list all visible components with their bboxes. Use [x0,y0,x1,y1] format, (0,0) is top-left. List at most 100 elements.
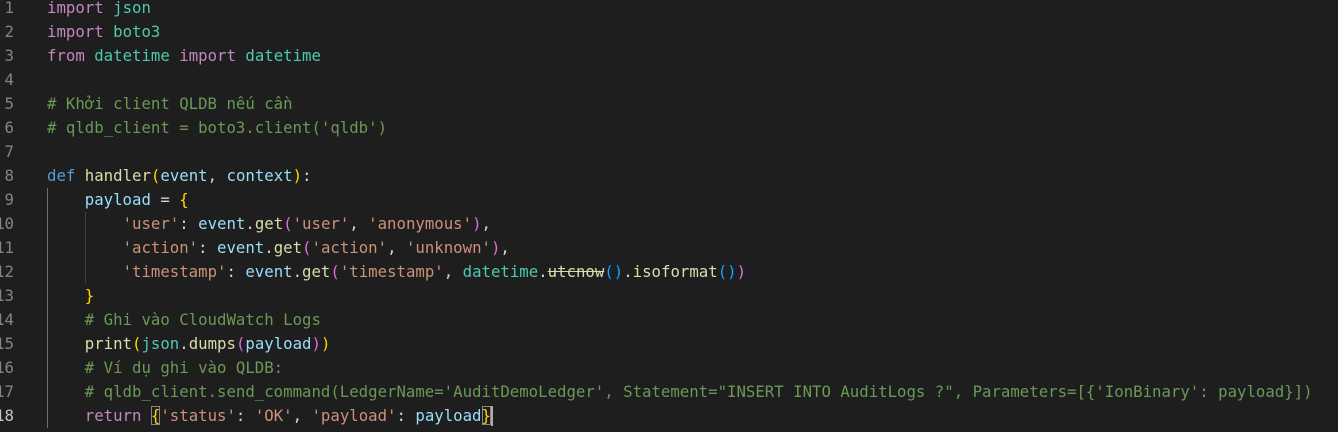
code-token: : [396,406,416,425]
text-cursor [491,406,493,426]
code-token: ( [330,262,340,281]
code-line[interactable]: 5 # Khởi client QLDB nếu cần [0,92,1338,116]
code-token: event [245,262,293,281]
line-number: 15 [0,334,14,353]
code-token: boto3 [113,22,161,41]
line-number: 7 [4,142,14,161]
code-token: ) [736,262,747,281]
code-line[interactable]: 8 def handler(event, context): [0,164,1338,188]
code-line[interactable]: 11 'action': event.get('action', 'unknow… [0,236,1338,260]
line-number: 18 [0,406,14,425]
code-token: payload [84,190,151,209]
code-line[interactable]: 10 'user': event.get('user', 'anonymous'… [0,212,1338,236]
line-number: 12 [0,262,14,281]
code-text: 'action': event.get('action', 'unknown')… [47,236,510,260]
code-token: ( [150,166,161,185]
code-token: { [179,190,189,209]
code-token: # Ví dụ ghi vào QLDB: [84,358,284,377]
code-token: () [604,262,624,281]
code-line[interactable]: 16 # Ví dụ ghi vào QLDB: [0,356,1338,380]
code-line[interactable]: 4 [0,68,1338,92]
code-token: ) [490,238,501,257]
code-text: 'user': event.get('user', 'anonymous'), [47,212,491,236]
code-line[interactable]: 14 # Ghi vào CloudWatch Logs [0,308,1338,332]
line-number: 10 [0,214,14,233]
code-text: print(json.dumps(payload)) [47,332,331,356]
code-token: event [198,214,246,233]
code-token: # qldb_client.send_command(LedgerName='A… [84,382,1313,401]
code-token: 'anonymous' [368,214,473,233]
code-line[interactable]: 6 # qldb_client = boto3.client('qldb') [0,116,1338,140]
code-token: json [141,334,180,353]
code-text: from datetime import datetime [47,44,321,68]
code-line[interactable]: 9 payload = { [0,188,1338,212]
code-token: import [47,22,104,41]
code-line[interactable]: 1 import json [0,0,1338,20]
code-token: def [47,166,76,185]
code-token: , [292,406,312,425]
code-token: , [349,214,369,233]
indent-guide [85,212,86,284]
code-token: 'OK' [254,406,293,425]
code-token: import [179,46,236,65]
code-token: 'unknown' [405,238,491,257]
code-text: payload = { [47,188,189,212]
line-number: 5 [4,94,14,113]
code-token: ( [302,238,312,257]
code-token: . [623,262,633,281]
line-number: 3 [4,46,14,65]
code-token: 'user' [122,214,180,233]
code-text: 'timestamp': event.get('timestamp', date… [47,260,746,284]
code-token: ( [235,334,246,353]
code-token: , [481,214,491,233]
code-text: # Khởi client QLDB nếu cần [47,92,293,116]
code-line[interactable]: 2 import boto3 [0,20,1338,44]
code-line[interactable]: 18 return {'status': 'OK', 'payload': pa… [0,404,1338,428]
line-number: 1 [4,0,14,17]
line-number: 17 [0,382,14,401]
line-number: 9 [4,190,14,209]
line-number: 14 [0,310,14,329]
code-token: . [538,262,548,281]
code-token: : [179,214,199,233]
line-number: 6 [4,118,14,137]
code-token: { [150,406,161,425]
code-line[interactable]: 15 print(json.dumps(payload)) [0,332,1338,356]
code-token: } [481,406,491,425]
code-token: 'user' [292,214,350,233]
code-text: # Ví dụ ghi vào QLDB: [47,356,283,380]
code-line[interactable]: 7 [0,140,1338,164]
line-number: 16 [0,358,14,377]
code-token: 'payload' [311,406,397,425]
code-token: . [292,262,303,281]
code-token: , [387,238,406,257]
line-number: 4 [4,70,14,89]
code-text: # qldb_client = boto3.client('qldb') [47,116,387,140]
code-line[interactable]: 17 # qldb_client.send_command(LedgerName… [0,380,1338,404]
code-text: return {'status': 'OK', 'payload': paylo… [47,404,491,428]
code-text: } [47,284,94,308]
code-line[interactable]: 12 'timestamp': event.get('timestamp', d… [0,260,1338,284]
code-line[interactable]: 3 from datetime import datetime [0,44,1338,68]
code-editor[interactable]: 1 import json 2 import boto3 3 from datetime … [0,0,1338,432]
code-token: # Khởi client QLDB nếu cần [47,94,293,113]
code-token: = [150,190,180,209]
code-token: print [84,334,133,353]
code-token: . [179,334,189,353]
code-token: utcnow [547,262,605,281]
code-token: ) [472,214,482,233]
code-token: get [302,262,331,281]
code-text: def handler(event, context): [47,164,312,188]
code-token: : [226,262,246,281]
code-token: handler [84,166,151,185]
code-token: json [113,0,151,17]
code-line[interactable]: 13 } [0,284,1338,308]
